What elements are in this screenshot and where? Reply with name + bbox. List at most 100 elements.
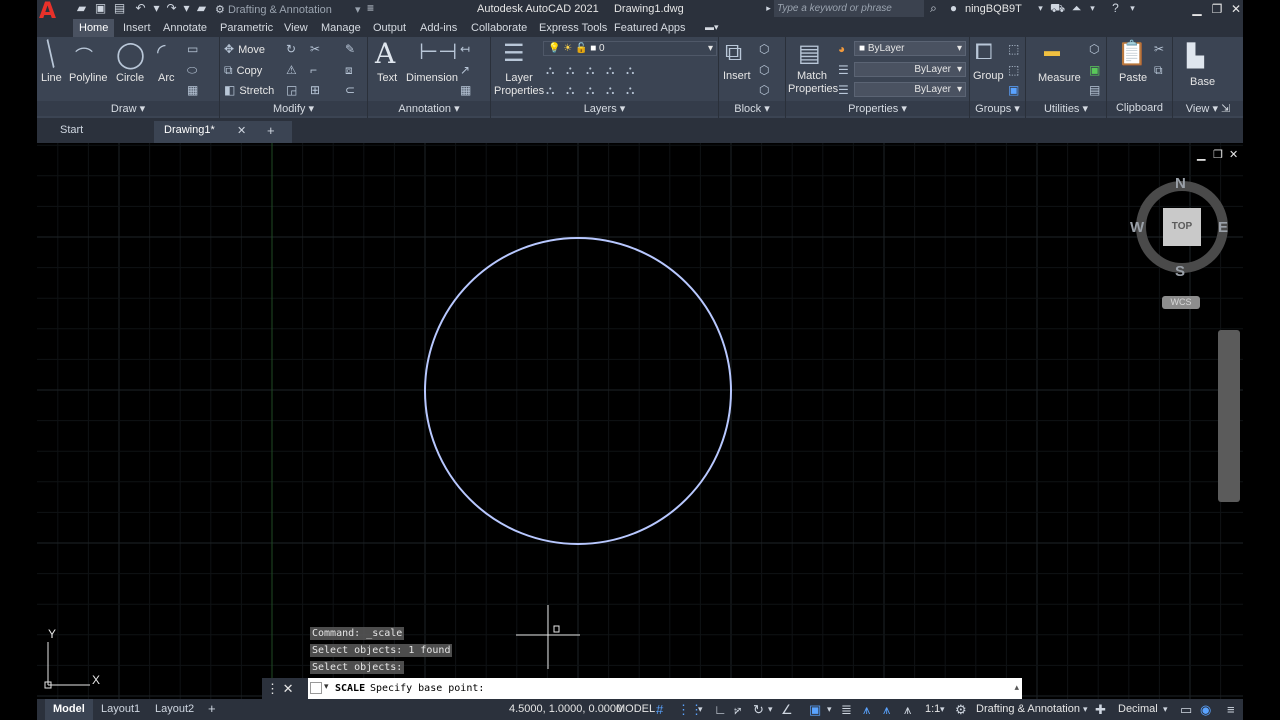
drawing-canvas[interactable]: Y X ▁ ❐ ✕ N S E W TOP WCS Command: _scal… <box>37 143 1243 699</box>
circle-label[interactable]: Circle <box>116 72 144 84</box>
isodraft-dropdown-icon[interactable]: ▾ <box>768 704 773 715</box>
insert-icon[interactable]: ⧉ <box>725 39 742 67</box>
annotation-scale[interactable]: 1:1 <box>925 703 940 715</box>
layer-off-icon[interactable]: ⛬ <box>546 63 554 78</box>
lineweight-dropdown[interactable]: ByLayer ▾ <box>854 82 966 97</box>
tab-output[interactable]: Output <box>373 22 406 34</box>
save-icon[interactable]: ▣ <box>94 2 107 15</box>
layer-properties-icon[interactable]: ☰ <box>503 39 525 68</box>
grid-icon[interactable]: # <box>656 702 663 717</box>
command-line-grip[interactable]: ⋮ ✕ 🔧 <box>262 678 308 717</box>
search-icon[interactable]: ⌕ <box>927 2 940 15</box>
dimension-label[interactable]: Dimension <box>406 72 458 84</box>
create-block-icon[interactable]: ⬡ <box>759 42 769 56</box>
isodraft-icon[interactable]: ↻ <box>753 702 764 718</box>
recent-commands-icon[interactable] <box>310 682 322 694</box>
attributes-icon[interactable]: ⬡ <box>759 83 769 97</box>
new-tab-icon[interactable]: + <box>267 123 275 138</box>
copy-button[interactable]: ⧉ Copy <box>224 63 262 78</box>
erase-icon[interactable]: ✎ <box>345 42 355 56</box>
quick-properties-icon[interactable]: ▭ <box>1180 702 1192 718</box>
layer-lock-icon[interactable]: ⛬ <box>606 63 614 78</box>
linetype-icon[interactable]: ☰ <box>838 63 849 77</box>
hatch-icon[interactable]: ▦ <box>187 83 198 97</box>
viewcube[interactable]: N S E W TOP WCS <box>1130 175 1234 309</box>
color-dropdown[interactable]: ■ ByLayer ▾ <box>854 41 966 56</box>
copy-clip-icon[interactable]: ⧉ <box>1154 63 1163 78</box>
redo-icon[interactable]: ↷ <box>165 2 178 15</box>
block-panel-title[interactable]: Block ▾ <box>719 101 785 116</box>
paste-label[interactable]: Paste <box>1119 72 1147 84</box>
coordinates-readout[interactable]: 4.5000, 1.0000, 0.0000 <box>509 703 622 715</box>
open-icon[interactable]: ▰ <box>75 2 88 15</box>
modify-panel-title[interactable]: Modify ▾ <box>220 101 367 116</box>
base-label[interactable]: Base <box>1190 76 1215 88</box>
arc-icon[interactable]: ◜ <box>157 39 166 65</box>
units-dropdown-icon[interactable]: ▾ <box>1163 704 1168 715</box>
tab-featured-apps[interactable]: Featured Apps <box>614 22 686 34</box>
viewport-restore-icon[interactable]: ❐ <box>1213 148 1223 161</box>
viewcube-top-face[interactable]: TOP <box>1163 208 1201 246</box>
save-as-icon[interactable]: ▤ <box>113 2 126 15</box>
a360-dropdown-icon[interactable]: ▾ <box>1086 2 1099 15</box>
tab-layout1[interactable]: Layout1 <box>101 703 140 715</box>
isolate-objects-icon[interactable]: ◉ <box>1200 702 1211 718</box>
circle-entity[interactable] <box>424 237 732 545</box>
stretch-button[interactable]: ◧ Stretch <box>224 83 274 97</box>
close-icon[interactable]: ✕ <box>283 681 294 696</box>
cart-icon[interactable]: ⛟ <box>1050 2 1065 15</box>
move-button[interactable]: ✥ Move <box>224 42 265 56</box>
rotate-icon[interactable]: ↻ <box>286 42 296 56</box>
group-icon[interactable]: ⧠ <box>975 39 993 65</box>
compass-east[interactable]: E <box>1218 219 1228 236</box>
layers-panel-title[interactable]: Layers ▾ <box>491 101 718 116</box>
restore-icon[interactable]: ❐ <box>1210 2 1224 16</box>
group-label[interactable]: Group <box>973 70 1004 82</box>
offset-icon[interactable]: ⊂ <box>345 83 355 97</box>
layer-thaw-icon[interactable]: ⛬ <box>626 83 634 98</box>
edit-block-icon[interactable]: ⬡ <box>759 63 769 77</box>
tab-model[interactable]: Model <box>45 699 93 720</box>
user-icon[interactable]: ● <box>947 2 960 15</box>
scale-icon[interactable]: ◲ <box>286 83 297 97</box>
auto-scale-icon[interactable]: ⩚ <box>883 702 890 718</box>
properties-panel-title[interactable]: Properties ▾ <box>786 101 969 116</box>
workspace-switch[interactable]: Drafting & Annotation <box>976 703 1080 715</box>
paste-icon[interactable]: 📋 <box>1117 39 1147 68</box>
view-panel-title[interactable]: View ▾ ⇲ <box>1173 101 1243 116</box>
explode-icon[interactable]: ⧈ <box>345 63 353 78</box>
quick-select-icon[interactable]: ▣ <box>1089 63 1100 77</box>
command-line[interactable]: ⋮ ✕ 🔧 ▾ SCALE Specify base point: ▴ <box>262 678 1022 717</box>
units[interactable]: Decimal <box>1118 703 1158 715</box>
qat-customize-icon[interactable]: ≡ <box>364 2 377 15</box>
annotation-visibility-icon[interactable]: ⩚ <box>863 702 870 718</box>
tab-home[interactable]: Home <box>73 19 115 37</box>
clipboard-panel-title[interactable]: Clipboard <box>1107 101 1172 116</box>
navigation-bar[interactable] <box>1218 330 1240 502</box>
compass-north[interactable]: N <box>1175 175 1186 192</box>
line-button[interactable]: ╱ <box>38 40 64 69</box>
color-wheel-icon[interactable]: ◕ <box>838 42 845 56</box>
rectangle-icon[interactable]: ▭ <box>187 42 198 56</box>
tab-layout2[interactable]: Layout2 <box>155 703 194 715</box>
ellipse-icon[interactable]: ⬭ <box>187 63 197 78</box>
match-layer-icon[interactable]: ⛬ <box>566 83 574 98</box>
undo-icon[interactable]: ↶ <box>134 2 147 15</box>
text-icon[interactable]: A <box>375 37 395 70</box>
help-icon[interactable]: ? <box>1109 2 1122 15</box>
viewport-close-icon[interactable]: ✕ <box>1229 148 1238 161</box>
tab-start[interactable]: Start <box>60 124 83 136</box>
customize-icon[interactable]: ≡ <box>1227 702 1235 717</box>
draw-panel-title[interactable]: Draw ▾ <box>37 101 219 116</box>
share-icon[interactable]: ▰ <box>195 2 208 15</box>
close-tab-icon[interactable]: ✕ <box>237 124 246 137</box>
cut-icon[interactable]: ✂ <box>1154 42 1164 56</box>
layer-walk-icon[interactable]: ⛬ <box>626 63 634 78</box>
measure-label[interactable]: Measure <box>1038 72 1081 84</box>
layer-properties-label[interactable]: Layer Properties <box>494 72 544 98</box>
calculator-icon[interactable]: ▤ <box>1089 83 1100 97</box>
polyline-label[interactable]: Polyline <box>69 72 108 84</box>
group-edit-icon[interactable]: ⬚ <box>1008 63 1019 77</box>
undo-dropdown-icon[interactable]: ▾ <box>150 2 163 15</box>
line-label[interactable]: Line <box>41 72 62 84</box>
